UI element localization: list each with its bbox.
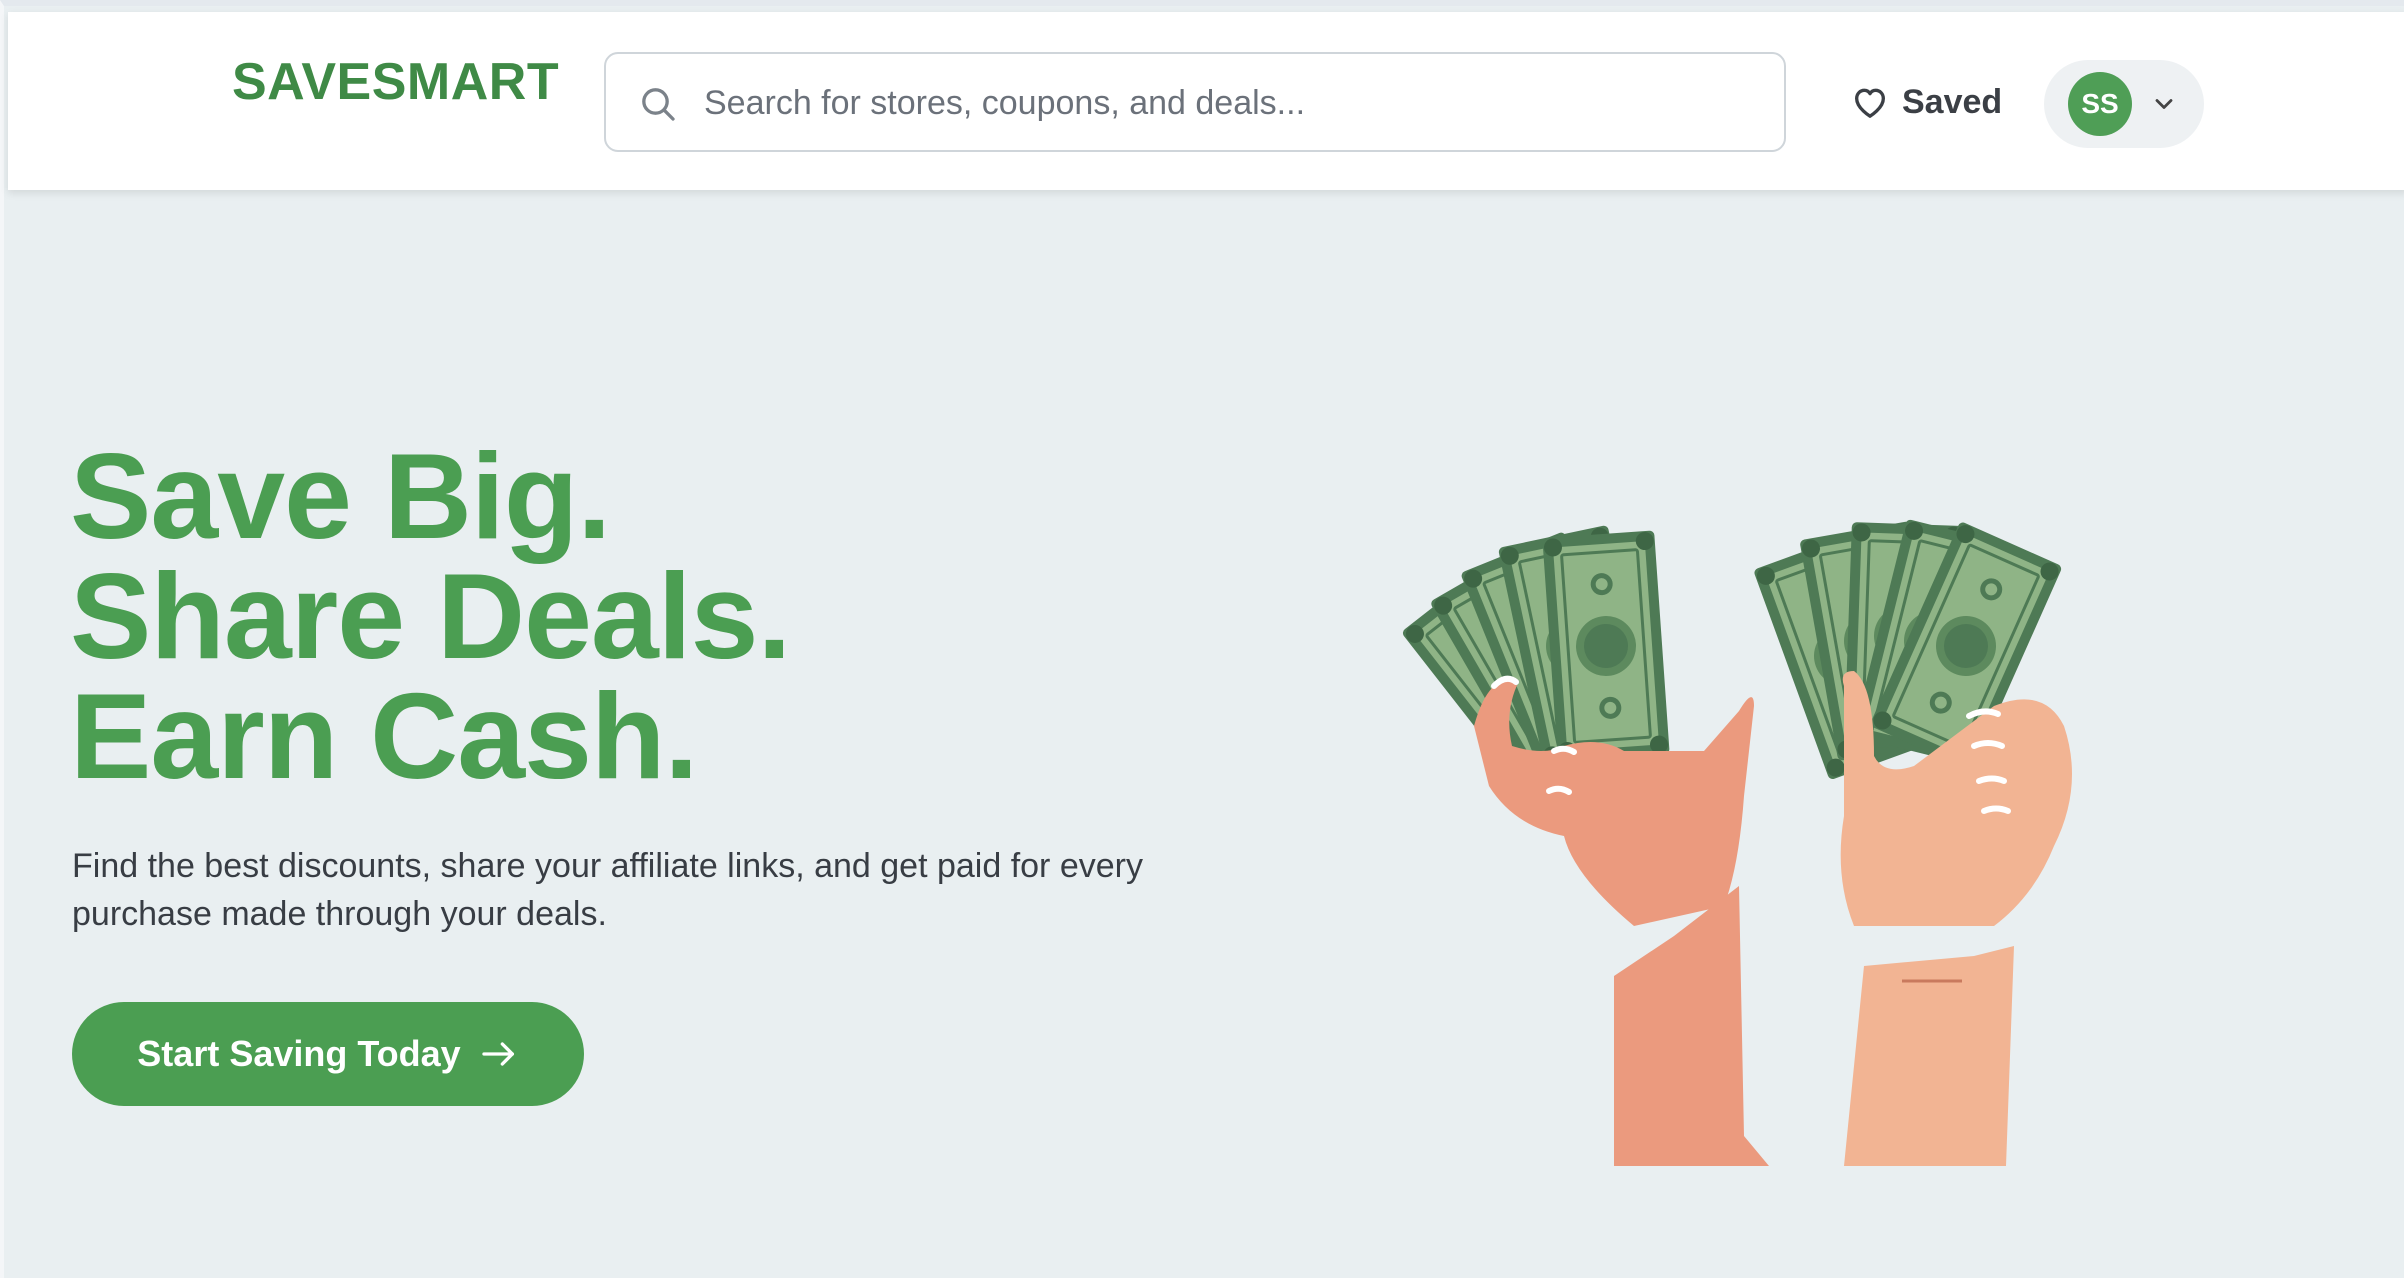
start-saving-button[interactable]: Start Saving Today [72, 1002, 584, 1106]
saved-button[interactable]: Saved [1850, 74, 2002, 130]
search-icon [642, 88, 675, 121]
hands-holding-cash-illustration [1399, 517, 2072, 1166]
start-saving-label: Start Saving Today [137, 1033, 461, 1074]
search-bar[interactable] [604, 52, 1786, 152]
hero-subtitle: Find the best discounts, share your affi… [72, 847, 1143, 933]
arrow-right-icon [482, 1042, 514, 1066]
hero-title: Save Big. Share Deals. Earn Cash. [70, 428, 791, 804]
top-navbar: SAVESMART Saved SS [8, 12, 2404, 190]
hero-title-line-3: Earn Cash. [70, 668, 698, 804]
saved-label: Saved [1902, 82, 2003, 121]
hero-title-line-1: Save Big. [70, 428, 611, 564]
chevron-down-icon [2155, 99, 2173, 109]
search-input[interactable] [704, 74, 1744, 132]
brand-logo[interactable]: SAVESMART [232, 52, 559, 112]
page: SAVESMART Saved SS Save Big. Share Deals… [0, 0, 2404, 1278]
hero-title-line-2: Share Deals. [70, 548, 791, 684]
user-menu-button[interactable]: SS [2044, 60, 2204, 148]
avatar: SS [2068, 72, 2132, 136]
heart-icon [1855, 88, 1885, 118]
